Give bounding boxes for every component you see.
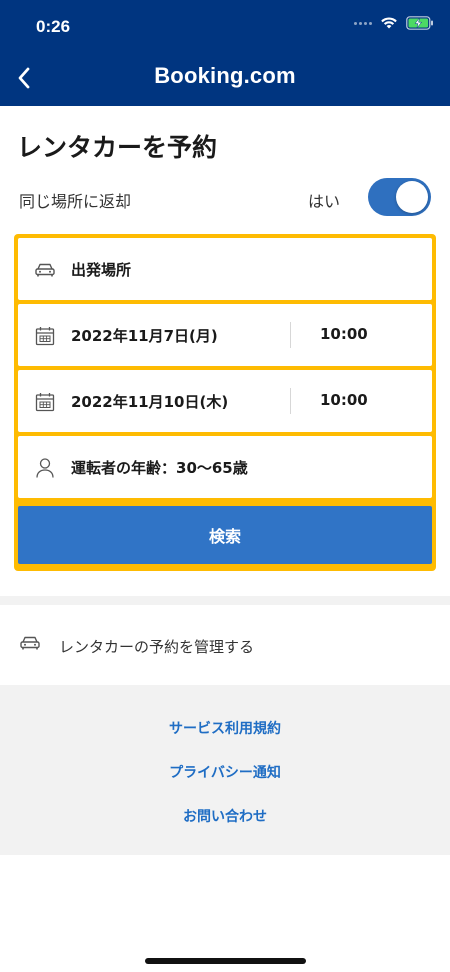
pickup-location-field[interactable]: 出発場所: [18, 238, 432, 300]
pickup-location-label: 出発場所: [71, 261, 132, 279]
car-icon: [34, 259, 56, 281]
section-divider: [0, 596, 450, 605]
status-bar: 0:26: [0, 0, 450, 52]
calendar-icon: [34, 325, 56, 347]
home-indicator: [145, 958, 306, 964]
pickup-time[interactable]: 10:00: [320, 325, 368, 343]
calendar-icon: [34, 391, 56, 413]
nav-bar: Booking.com: [0, 52, 450, 106]
manage-booking-label: レンタカーの予約を管理する: [59, 638, 255, 656]
field-divider: [290, 388, 291, 414]
dropoff-date-field[interactable]: 2022年11月10日(木) 10:00: [18, 370, 432, 432]
car-icon: [19, 635, 41, 657]
pickup-date-field[interactable]: 2022年11月7日(月) 10:00: [18, 304, 432, 366]
same-location-toggle[interactable]: [368, 178, 431, 216]
dropoff-time[interactable]: 10:00: [320, 391, 368, 409]
battery-charging-icon: [406, 16, 433, 30]
privacy-link[interactable]: プライバシー通知: [0, 762, 450, 782]
manage-booking-row[interactable]: レンタカーの予約を管理する: [0, 605, 450, 685]
footer: サービス利用規約 プライバシー通知 お問い合わせ: [0, 685, 450, 855]
toggle-knob: [396, 181, 428, 213]
brand-logo: Booking.com: [154, 63, 296, 88]
search-button[interactable]: 検索: [18, 506, 432, 564]
contact-link[interactable]: お問い合わせ: [0, 806, 450, 826]
same-location-label: 同じ場所に返却: [19, 192, 132, 211]
terms-link[interactable]: サービス利用規約: [0, 718, 450, 738]
driver-age-field[interactable]: 運転者の年齢：30〜65歳: [18, 436, 432, 498]
wifi-icon: [381, 17, 397, 29]
field-divider: [290, 322, 291, 348]
status-time: 0:26: [36, 17, 71, 36]
driver-age: 運転者の年齢：30〜65歳: [71, 459, 248, 477]
dropoff-date: 2022年11月10日(木): [71, 393, 229, 411]
app-header: 0:26 Booking.com: [0, 0, 450, 106]
signal-icon: [354, 21, 372, 25]
search-form: 出発場所 2022年11月7日(月) 10:00 2022年11月10日(木) …: [14, 234, 436, 571]
pickup-date: 2022年11月7日(月): [71, 327, 218, 345]
page-title: レンタカーを予約: [17, 133, 218, 162]
status-indicators: [354, 16, 434, 30]
same-location-value: はい: [307, 192, 340, 211]
person-icon: [34, 457, 56, 479]
same-location-row: 同じ場所に返却 はい: [0, 176, 450, 218]
